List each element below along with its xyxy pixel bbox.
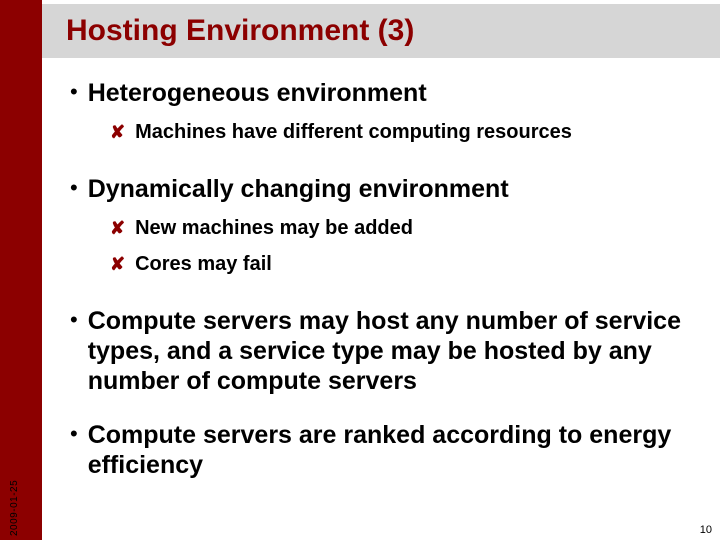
content-area: • Heterogeneous environment ✘ Machines h… <box>70 78 700 480</box>
page-title: Hosting Environment (3) <box>42 14 414 48</box>
bullet-level1: • Compute servers may host any number of… <box>70 306 700 396</box>
bullet-text: Dynamically changing environment <box>88 174 509 204</box>
bullet-dot-icon: • <box>70 78 78 106</box>
bullet-text: Compute servers are ranked according to … <box>88 420 700 480</box>
bullet-dot-icon: • <box>70 420 78 448</box>
subbullet-text: New machines may be added <box>135 216 413 240</box>
subbullet-text: Machines have different computing resour… <box>135 120 572 144</box>
x-mark-icon: ✘ <box>110 252 125 276</box>
title-bar: Hosting Environment (3) <box>42 4 720 58</box>
bullet-dot-icon: • <box>70 174 78 202</box>
bullet-level1: • Compute servers are ranked according t… <box>70 420 700 480</box>
date-label: 2009-01-25 <box>9 480 20 536</box>
slide: 2009-01-25 Hosting Environment (3) • Het… <box>0 0 720 540</box>
left-red-bar <box>0 0 42 540</box>
bullet-level2: ✘ Cores may fail <box>110 252 700 276</box>
subbullet-text: Cores may fail <box>135 252 272 276</box>
bullet-text: Compute servers may host any number of s… <box>88 306 700 396</box>
bullet-level2: ✘ Machines have different computing reso… <box>110 120 700 144</box>
bullet-level1: • Heterogeneous environment <box>70 78 700 108</box>
bullet-level1: • Dynamically changing environment <box>70 174 700 204</box>
page-number: 10 <box>700 524 712 536</box>
x-mark-icon: ✘ <box>110 120 125 144</box>
bullet-dot-icon: • <box>70 306 78 334</box>
x-mark-icon: ✘ <box>110 216 125 240</box>
bullet-text: Heterogeneous environment <box>88 78 427 108</box>
bullet-level2: ✘ New machines may be added <box>110 216 700 240</box>
